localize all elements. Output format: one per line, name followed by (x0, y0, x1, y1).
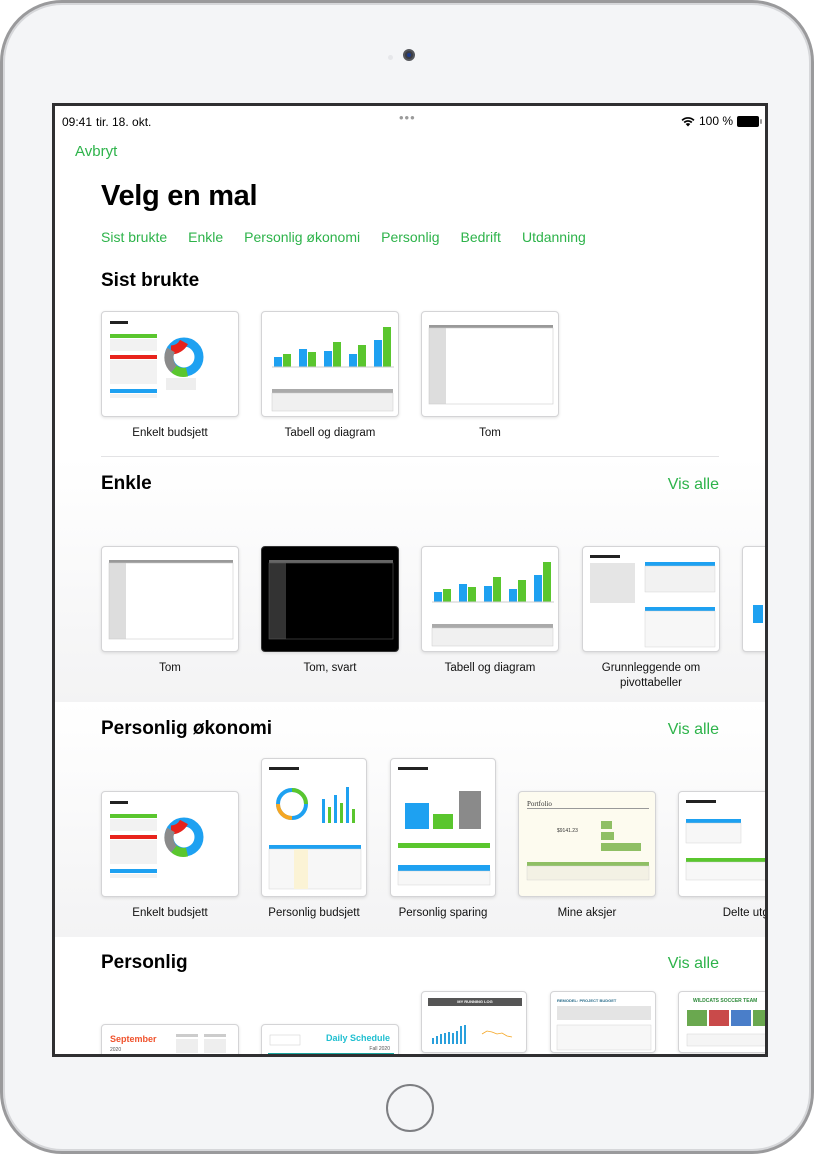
template-thumbnail (101, 311, 239, 417)
partial-chart-thumbnail-icon (753, 605, 763, 623)
blank-table-thumbnail-icon (428, 325, 554, 405)
template-thumbnail: Daily Schedule Fall 2020 (261, 1024, 399, 1054)
template-label: Enkelt budsjett (132, 907, 208, 919)
template-label: Tabell og diagram (444, 662, 536, 674)
template-thumbnail (421, 311, 559, 417)
template-label: Tom (159, 662, 181, 674)
template-thumbnail: Portfolio $9141.23 (518, 791, 656, 897)
template-label: Tom (479, 427, 501, 439)
svg-text:Portfolio: Portfolio (527, 800, 552, 808)
front-camera (403, 49, 415, 61)
template-thumbnail: September 2020 (101, 1024, 239, 1054)
calendar-grid-icon (176, 1034, 226, 1053)
template-label: Tabell og diagram (284, 427, 376, 439)
shared-expenses-thumbnail-icon (685, 800, 765, 881)
status-bar: 09:41 tir. 18. okt. ••• 100 % (55, 106, 765, 134)
template-label: Personlig budsjett (268, 907, 360, 919)
screen: 09:41 tir. 18. okt. ••• 100 % Avbryt Vel… (52, 103, 768, 1057)
template-thumbnail (261, 546, 399, 652)
page-title: Velg en mal (101, 180, 258, 212)
category-enkle[interactable]: Enkle (188, 229, 223, 245)
show-all-personlig-okonomi-button[interactable]: Vis alle (668, 721, 719, 739)
monthly-budget-thumbnail-icon (268, 767, 362, 890)
battery-percent: 100 % (698, 114, 733, 128)
template-label: Personlig sparing (398, 907, 488, 919)
black-table-thumbnail-icon (268, 560, 394, 640)
chart-thumbnail-icon (271, 327, 394, 412)
category-bedrift[interactable]: Bedrift (460, 229, 500, 245)
chart-thumbnail-icon (431, 562, 554, 647)
template-label: Grunnleggende om pivottabeller (601, 662, 701, 689)
schedule-table-icon (268, 1034, 394, 1054)
ipad-frame: 09:41 tir. 18. okt. ••• 100 % Avbryt Vel… (0, 0, 814, 1154)
status-date: tir. 18. okt. (96, 115, 152, 129)
soccer-photos-icon (686, 1010, 765, 1047)
home-button[interactable] (386, 1084, 434, 1132)
template-label: Enkelt budsjett (132, 427, 208, 439)
status-time: 09:41 (62, 115, 93, 129)
wifi-icon (681, 116, 695, 126)
template-label: Tom, svart (303, 662, 357, 674)
running-chart-icon (432, 1025, 513, 1044)
project-budget-table-icon (556, 1006, 652, 1051)
svg-text:$9141.23: $9141.23 (557, 828, 578, 834)
category-personlig[interactable]: Personlig (381, 229, 439, 245)
template-thumbnail (390, 758, 496, 897)
section-title-personlig: Personlig (101, 952, 188, 973)
category-utdanning[interactable]: Utdanning (522, 229, 586, 245)
template-thumbnail (101, 546, 239, 652)
section-title-personlig-okonomi: Personlig økonomi (101, 718, 273, 739)
template-thumbnail: WILDCATS SOCCER TEAM (678, 991, 765, 1053)
light-sensor (388, 55, 393, 60)
pivot-thumbnail-icon (590, 555, 716, 648)
show-all-personlig-button[interactable]: Vis alle (668, 955, 719, 973)
template-thumbnail (421, 546, 559, 652)
budget-thumbnail-icon (110, 801, 204, 878)
category-nav: Sist brukte Enkle Personlig økonomi Pers… (101, 229, 586, 245)
template-thumbnail (261, 758, 367, 897)
budget-thumbnail-icon (110, 321, 204, 398)
template-thumbnail: REMODEL: PROJECT BUDGET (550, 991, 656, 1053)
template-thumbnail (582, 546, 720, 652)
template-thumbnail (101, 791, 239, 897)
monthly-goal-thumbnail-icon (397, 767, 491, 886)
template-thumbnail (678, 791, 765, 897)
category-personlig-okonomi[interactable]: Personlig økonomi (244, 229, 360, 245)
portfolio-thumbnail-icon: Portfolio $9141.23 (526, 800, 650, 881)
template-label: Delte utgi (722, 907, 768, 919)
cancel-button[interactable]: Avbryt (75, 143, 117, 160)
battery-icon (737, 115, 762, 127)
blank-table-thumbnail-icon (108, 560, 234, 640)
template-thumbnail: MY RUNNING LOG (421, 991, 527, 1053)
template-label: Mine aksjer (557, 907, 617, 919)
show-all-enkle-button[interactable]: Vis alle (668, 476, 719, 494)
template-thumbnail (261, 311, 399, 417)
section-title: Sist brukte (101, 270, 200, 291)
template-thumbnail (742, 546, 765, 652)
section-title-enkle: Enkle (101, 473, 152, 494)
category-sist-brukte[interactable]: Sist brukte (101, 229, 167, 245)
multitasking-dots[interactable]: ••• (399, 110, 416, 125)
